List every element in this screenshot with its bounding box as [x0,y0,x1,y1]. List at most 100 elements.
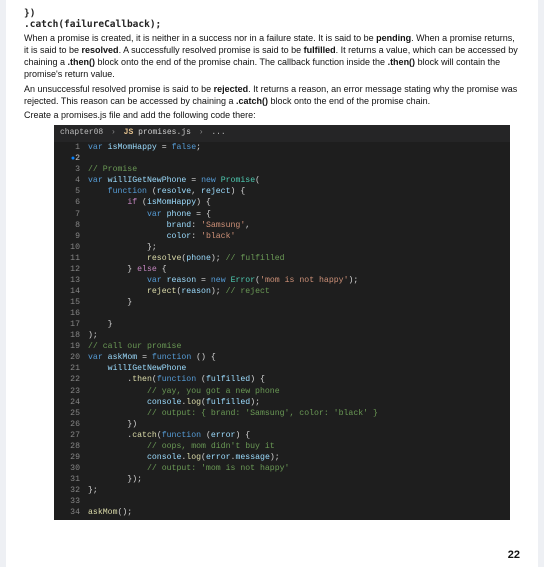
paragraph-1: When a promise is created, it is neither… [24,32,520,81]
line-number: 4 [54,175,88,186]
code-editor: chapter08 › JS promises.js › ... 1var is… [54,125,510,520]
code-text: var reason = new Error('mom is not happy… [88,275,510,286]
code-line: 4var willIGetNewPhone = new Promise( [54,175,510,186]
term-then: .then() [68,57,96,67]
code-line: 34askMom(); [54,507,510,518]
code-line: 17 } [54,319,510,330]
code-line: 28 // oops, mom didn't buy it [54,441,510,452]
line-number: 26 [54,419,88,430]
breadcrumb-folder: chapter08 [60,128,103,137]
term-resolved: resolved [82,45,119,55]
code-line: 14 reject(reason); // reject [54,286,510,297]
term-then-2: .then() [388,57,416,67]
code-text: }; [88,242,510,253]
text: When a promise is created, it is neither… [24,33,376,43]
text: . A successfully resolved promise is sai… [119,45,304,55]
code-line-2: .catch(failureCallback); [24,19,520,30]
code-line-1: }) [24,8,520,19]
code-line: 29 console.log(error.message); [54,452,510,463]
code-text: // call our promise [88,341,510,352]
line-number: 8 [54,220,88,231]
chevron-right-icon: › [199,128,204,137]
code-body[interactable]: 1var isMomHappy = false;●2 3// Promise4v… [54,142,510,519]
breadcrumb-file: promises.js [138,128,191,137]
line-number: 29 [54,452,88,463]
term-fulfilled: fulfilled [304,45,336,55]
code-text: ); [88,330,510,341]
line-number: 20 [54,352,88,363]
text: An unsuccessful resolved promise is said… [24,84,214,94]
line-number: 30 [54,463,88,474]
term-rejected: rejected [214,84,249,94]
chevron-right-icon: › [111,128,116,137]
code-line: 25 // output: { brand: 'Samsung', color:… [54,408,510,419]
line-number: 12 [54,264,88,275]
code-text: var phone = { [88,209,510,220]
line-number: 7 [54,209,88,220]
code-line: 31 }); [54,474,510,485]
code-text: brand: 'Samsung', [88,220,510,231]
line-number: 22 [54,374,88,385]
code-line: 32}; [54,485,510,496]
text: block onto the end of the promise chain.… [95,57,388,67]
line-number: 33 [54,496,88,507]
code-text: // output: 'mom is not happy' [88,463,510,474]
code-line: 18); [54,330,510,341]
code-line: ●2 [54,153,510,164]
code-line: 30 // output: 'mom is not happy' [54,463,510,474]
code-text: color: 'black' [88,231,510,242]
line-number: 1 [54,142,88,153]
line-number: 6 [54,197,88,208]
code-text: willIGetNewPhone [88,363,510,374]
code-line: 7 var phone = { [54,209,510,220]
line-number: 14 [54,286,88,297]
code-line: 10 }; [54,242,510,253]
code-text: // output: { brand: 'Samsung', color: 'b… [88,408,510,419]
code-line: 13 var reason = new Error('mom is not ha… [54,275,510,286]
code-line: 24 console.log(fulfilled); [54,397,510,408]
code-text: } [88,319,510,330]
code-line: 6 if (isMomHappy) { [54,197,510,208]
code-text: var isMomHappy = false; [88,142,510,153]
code-text [88,496,510,507]
code-line: 22 .then(function (fulfilled) { [54,374,510,385]
line-number: 3 [54,164,88,175]
code-line: 26 }) [54,419,510,430]
code-text: reject(reason); // reject [88,286,510,297]
code-line: 20var askMom = function () { [54,352,510,363]
code-text: // oops, mom didn't buy it [88,441,510,452]
code-text: } [88,297,510,308]
text: block onto the end of the promise chain. [268,96,430,106]
code-text [88,308,510,319]
code-line: 5 function (resolve, reject) { [54,186,510,197]
code-text: function (resolve, reject) { [88,186,510,197]
line-number: 17 [54,319,88,330]
code-text: .catch(function (error) { [88,430,510,441]
code-text: if (isMomHappy) { [88,197,510,208]
code-line: 11 resolve(phone); // fulfilled [54,253,510,264]
line-number: 13 [54,275,88,286]
code-line: 19// call our promise [54,341,510,352]
code-text: var willIGetNewPhone = new Promise( [88,175,510,186]
code-line: 12 } else { [54,264,510,275]
line-number: 27 [54,430,88,441]
code-text: var askMom = function () { [88,352,510,363]
code-text: } else { [88,264,510,275]
code-line: 9 color: 'black' [54,231,510,242]
header-code-block: }) .catch(failureCallback); [24,8,520,30]
line-number: 23 [54,386,88,397]
code-text: // Promise [88,164,510,175]
line-number: 31 [54,474,88,485]
code-line: 15 } [54,297,510,308]
code-line: 27 .catch(function (error) { [54,430,510,441]
code-line: 21 willIGetNewPhone [54,363,510,374]
file-kind-icon: JS [124,128,134,137]
term-catch: .catch() [236,96,268,106]
line-number: 11 [54,253,88,264]
line-number: 15 [54,297,88,308]
paragraph-2: An unsuccessful resolved promise is said… [24,83,520,107]
breadcrumb: chapter08 › JS promises.js › ... [54,125,510,142]
code-text: askMom(); [88,507,510,518]
code-line: 16 [54,308,510,319]
line-number: 28 [54,441,88,452]
